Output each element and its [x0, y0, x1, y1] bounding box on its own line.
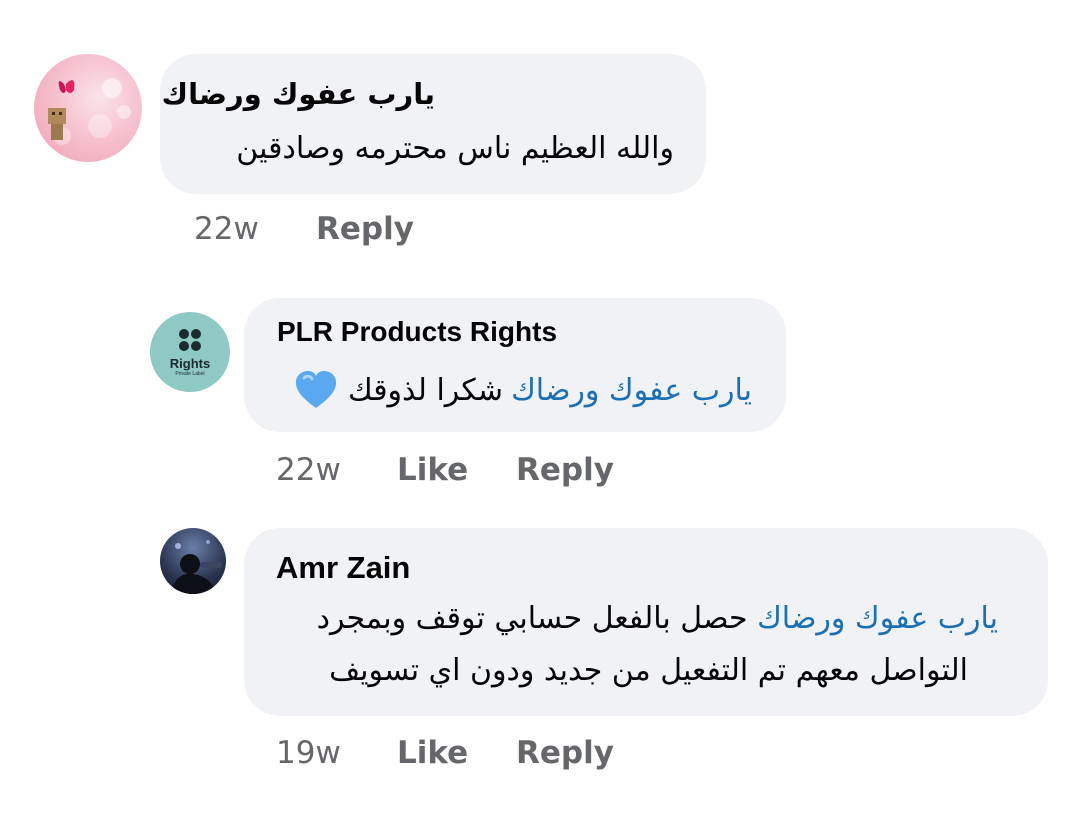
comment-text-1: والله العظيم ناس محترمه وصادقين — [236, 131, 674, 166]
rights-logo-icon — [179, 329, 201, 351]
comment-time-3[interactable]: 19w — [276, 738, 341, 769]
comment-time-1[interactable]: 22w — [194, 214, 259, 245]
comment-author-2[interactable]: PLR Products Rights — [277, 318, 557, 346]
butterfly-figure-icon — [48, 78, 131, 145]
comment-message-3-line-1: حصل بالفعل حسابي توقف وبمجرد — [316, 601, 748, 636]
avatar-comment-1[interactable] — [34, 54, 142, 162]
blue-heart-emoji-icon — [295, 371, 337, 408]
avatar-comment-2[interactable]: Rights Private Label — [150, 312, 230, 392]
mention-link-3[interactable]: يارب عفوك ورضاك — [757, 601, 998, 636]
reply-button-2[interactable]: Reply — [516, 455, 614, 486]
reply-button-1[interactable]: Reply — [316, 214, 414, 245]
like-button-2[interactable]: Like — [397, 455, 468, 486]
avatar-logo-text: Rights — [169, 356, 211, 371]
comment-author-1[interactable]: يارب عفوك ورضاك — [162, 80, 435, 109]
comment-text-3-line-1: يارب عفوك ورضاك حصل بالفعل حسابي توقف وب… — [317, 604, 998, 634]
comment-bubble-1 — [160, 54, 706, 194]
avatar-comment-3[interactable] — [160, 528, 226, 594]
mention-link-2[interactable]: يارب عفوك ورضاك — [511, 373, 752, 408]
reply-button-3[interactable]: Reply — [516, 738, 614, 769]
like-button-3[interactable]: Like — [397, 738, 468, 769]
comment-time-2[interactable]: 22w — [276, 455, 341, 486]
avatar-logo-subtext: Private Label — [175, 371, 205, 377]
comment-message-2: شكرا لذوقك — [347, 372, 504, 408]
person-in-car-icon — [170, 540, 222, 594]
comment-text-2: يارب عفوك ورضاك شكرا لذوقك — [294, 370, 752, 410]
comment-author-3[interactable]: Amr Zain — [276, 552, 410, 583]
comment-text-3-line-2: التواصل معهم تم التفعيل من جديد ودون اي … — [329, 653, 968, 688]
